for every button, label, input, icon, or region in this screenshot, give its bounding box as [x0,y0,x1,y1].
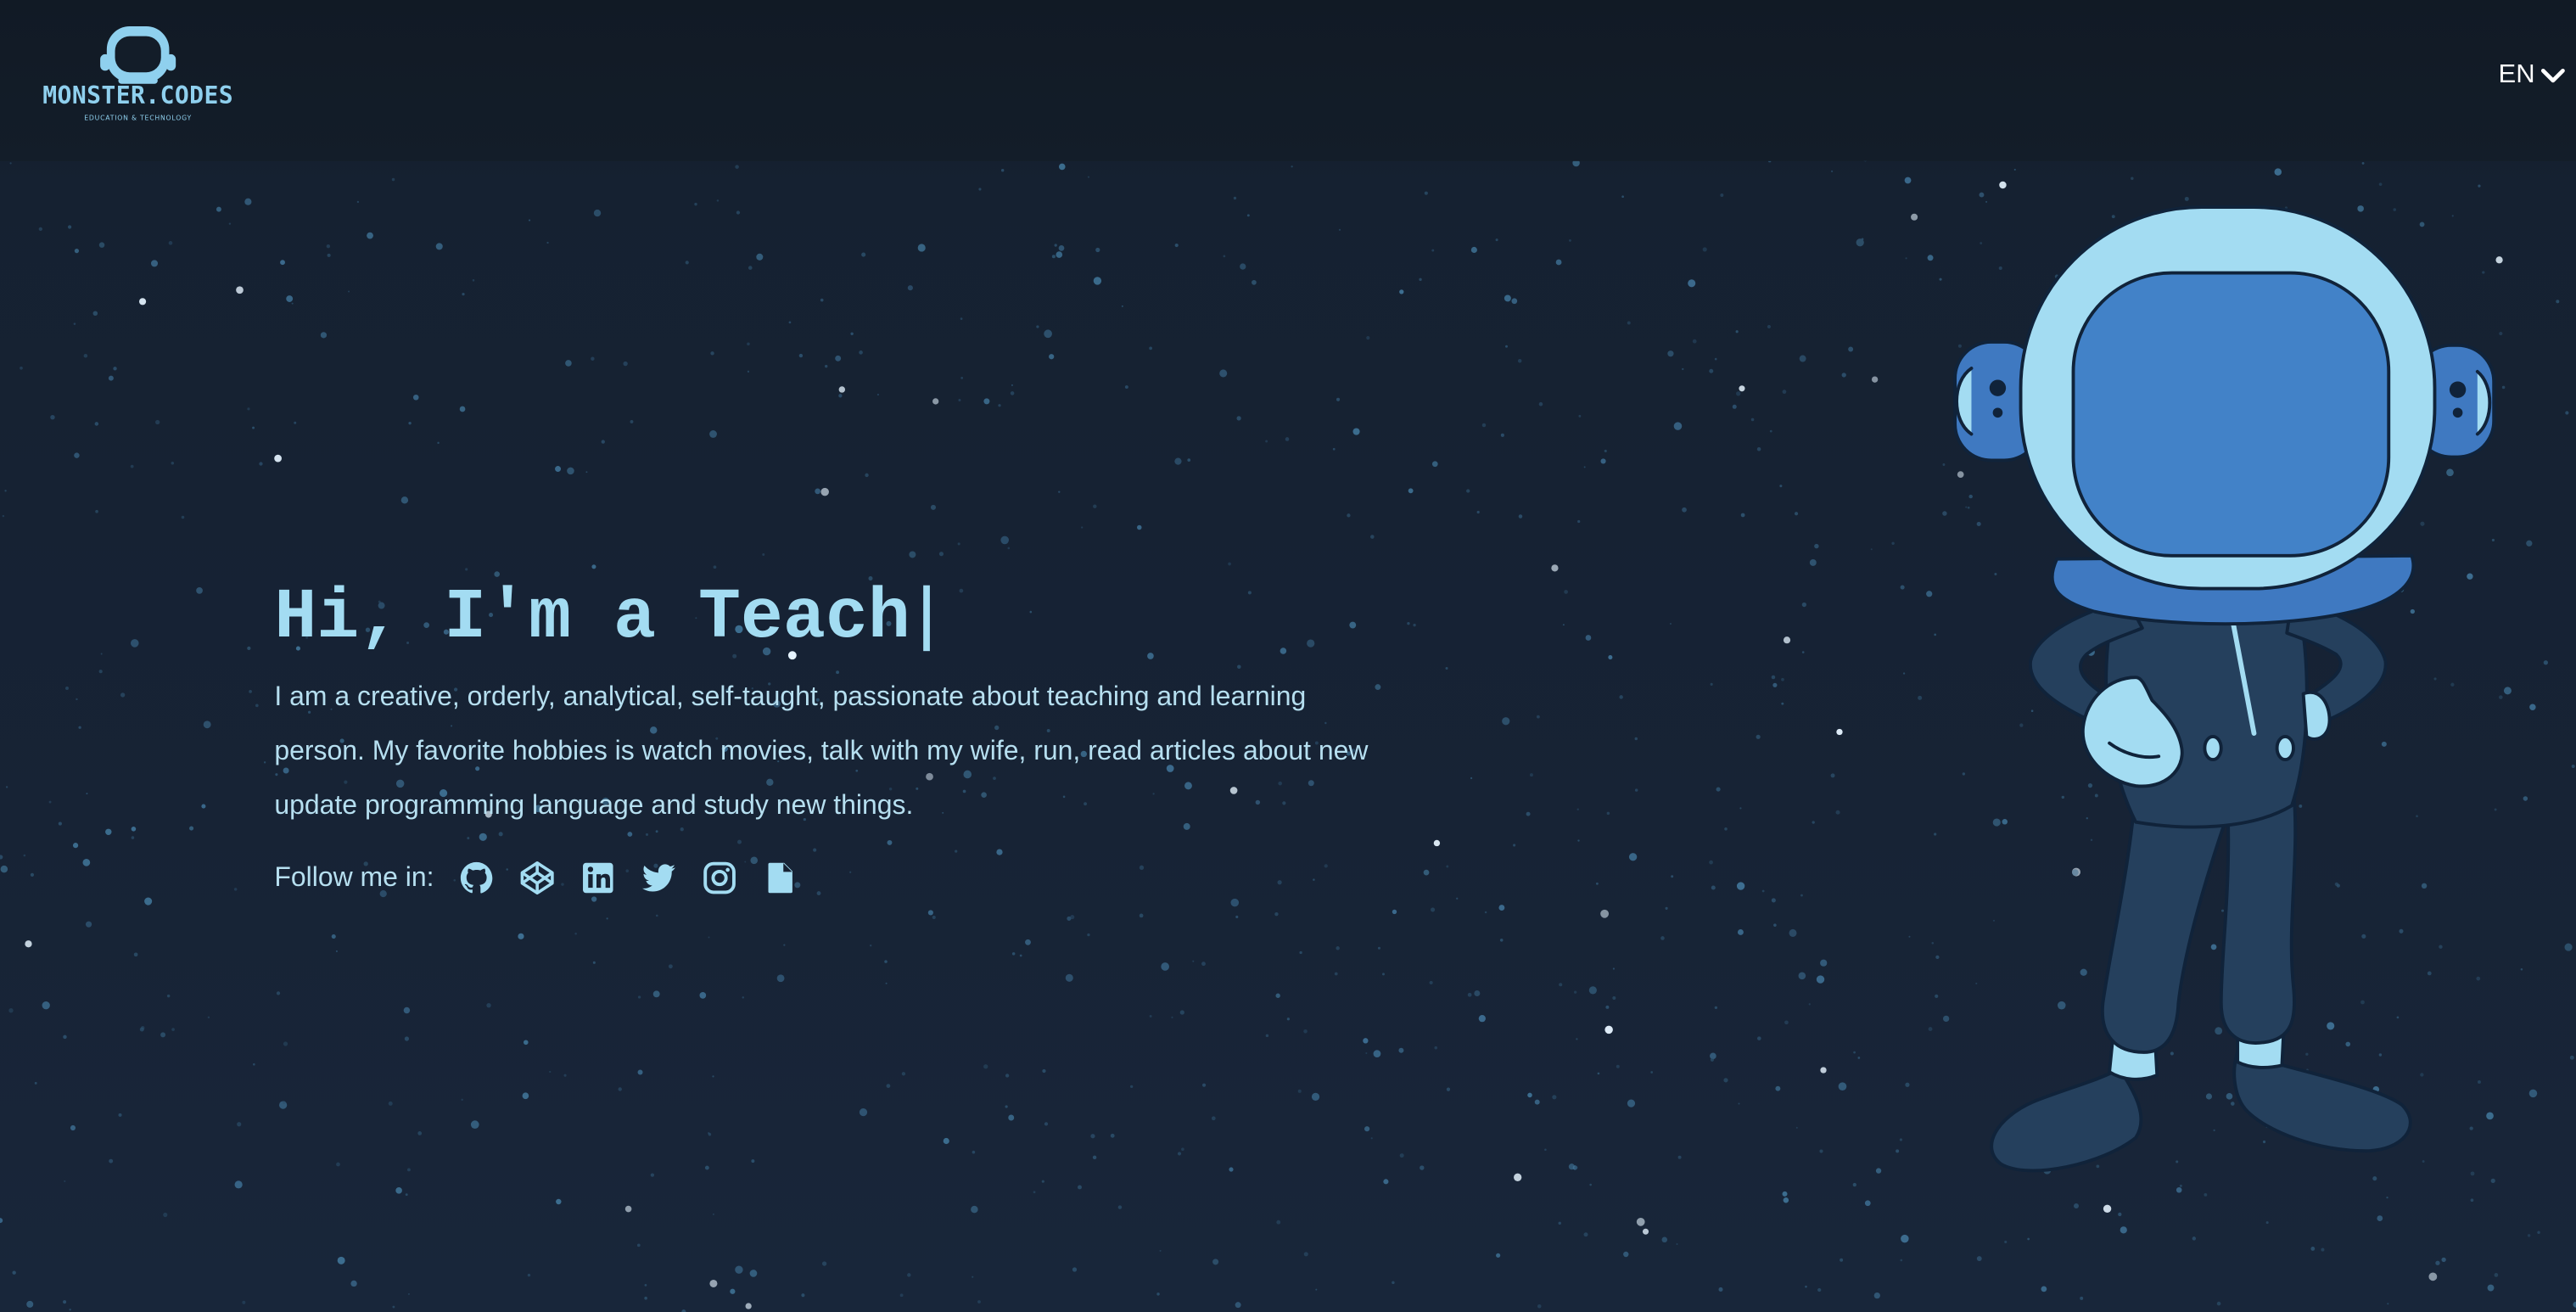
language-selector[interactable]: EN [2499,58,2567,94]
instagram-link[interactable] [700,858,739,897]
typing-cursor [923,585,931,652]
github-link[interactable] [457,858,496,897]
github-icon [461,861,493,894]
linkedin-link[interactable] [579,858,618,897]
twitter-icon [642,864,676,892]
linkedin-icon [583,862,613,894]
hero-section: Hi, I'm a Teach I am a creative, orderly… [274,572,1424,900]
language-label: EN [2498,60,2535,89]
landing-page: MONSTER.CODES EDUCATION & TECHNOLOGY EN … [0,0,2576,1312]
hero-heading: Hi, I'm a Teach [274,572,1424,664]
codepen-link[interactable] [518,858,557,897]
follow-label: Follow me in: [274,862,434,893]
helmet-logo-icon [100,25,176,84]
header-bar: MONSTER.CODES EDUCATION & TECHNOLOGY EN [0,0,2576,161]
social-links: Follow me in: [274,856,1424,899]
twitter-link[interactable] [640,858,679,897]
logo-tagline: EDUCATION & TECHNOLOGY [84,113,193,122]
instagram-icon [703,861,736,894]
astronaut-illustration [1953,205,2496,1173]
document-icon [768,862,793,894]
logo-text: MONSTER.CODES [42,83,234,110]
site-logo[interactable]: MONSTER.CODES EDUCATION & TECHNOLOGY [36,20,240,128]
chevron-down-icon [2540,68,2565,83]
codepen-icon [521,861,555,895]
resume-link[interactable] [761,858,800,897]
bio-paragraph: I am a creative, orderly, analytical, se… [274,681,1369,821]
typed-greeting: Hi, I'm a Teach [274,577,910,658]
